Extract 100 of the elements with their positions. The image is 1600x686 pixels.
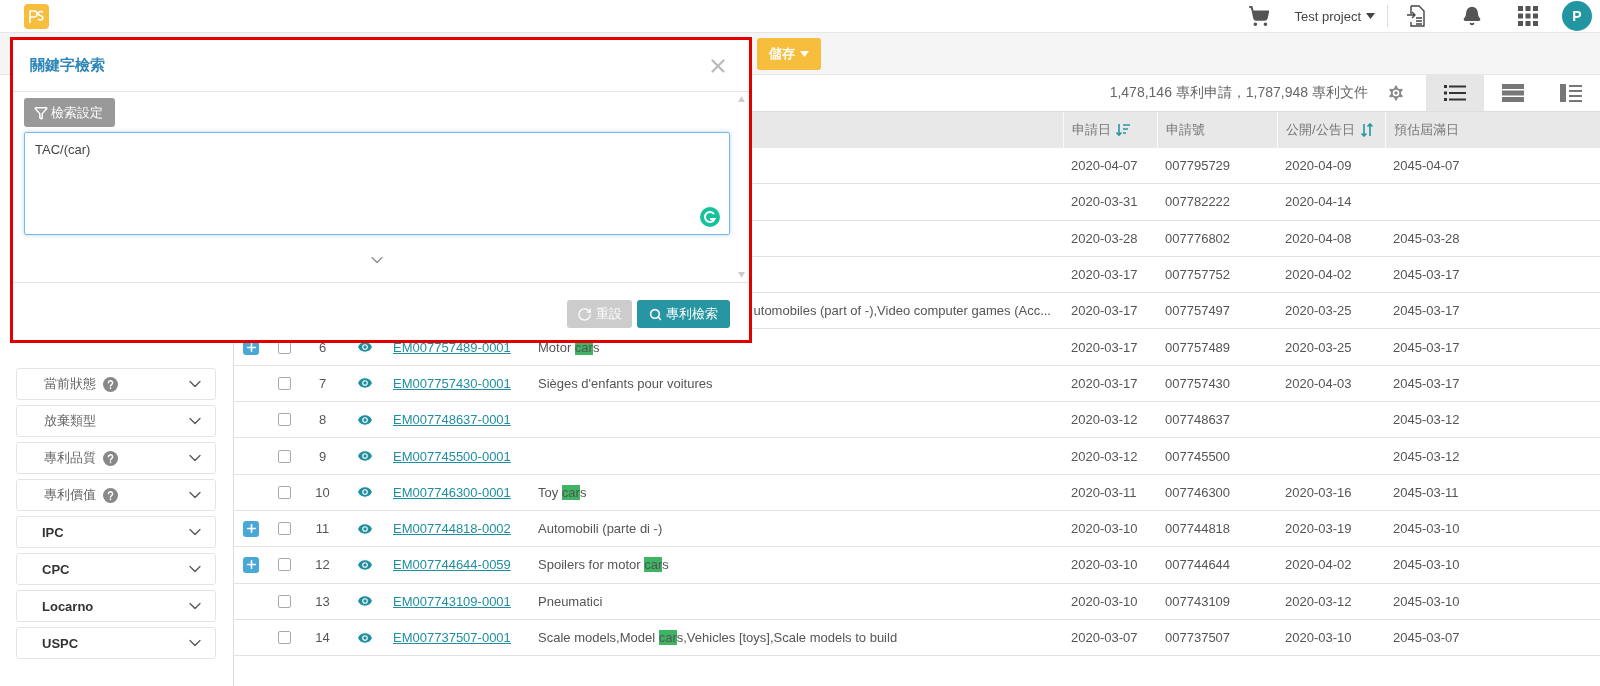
- eye-icon[interactable]: [356, 447, 374, 465]
- project-dropdown[interactable]: Test project: [1286, 5, 1388, 27]
- row-checkbox[interactable]: [277, 594, 291, 608]
- table-cell: 2020-03-19: [1285, 521, 1352, 537]
- patent-search-button[interactable]: 專利檢索: [637, 300, 730, 328]
- table-cell: 2045-03-28: [1393, 230, 1460, 246]
- filter-dropdown[interactable]: Locarno: [16, 590, 216, 622]
- row-number: 13: [315, 593, 330, 609]
- split-view-icon: [1560, 84, 1582, 102]
- row-number: 11: [315, 521, 330, 537]
- column-header[interactable]: 申請日: [1072, 121, 1111, 139]
- table-cell: 2045-03-10: [1393, 557, 1460, 573]
- table-cell: 2020-04-14: [1285, 194, 1352, 210]
- row-number: 7: [318, 375, 327, 391]
- table-cell: 2045-03-07: [1393, 630, 1460, 645]
- expand-button[interactable]: [243, 556, 259, 573]
- search-icon: [649, 307, 662, 321]
- column-header[interactable]: 公開/公告日: [1286, 121, 1355, 139]
- design-description: utomobiles (part of -),Video computer games (Acc...: [753, 303, 1051, 319]
- table-cell: 007757430: [1165, 375, 1231, 391]
- row-number: 14: [315, 630, 330, 645]
- table-cell: 007782222: [1165, 194, 1231, 210]
- filter-dropdown[interactable]: 專利價值: [16, 479, 216, 511]
- design-description: Automobili (parte di -): [538, 521, 663, 537]
- patent-link[interactable]: EM007744818-0002: [393, 521, 511, 537]
- table-cell: 2020-04-02: [1285, 557, 1352, 573]
- result-count: 1,478,146 專利申請，1,787,948 專利文件: [1109, 84, 1368, 102]
- table-cell: 2020-03-10: [1071, 557, 1138, 573]
- table-cell: 2045-03-17: [1393, 303, 1460, 319]
- search-settings-button[interactable]: 檢索設定: [24, 98, 115, 127]
- filter-dropdown[interactable]: USPC: [16, 627, 216, 659]
- table-cell: 2045-03-12: [1393, 412, 1460, 428]
- grammar-assistant-icon[interactable]: [700, 207, 720, 227]
- patent-link[interactable]: EM007744644-0059: [393, 557, 511, 573]
- sort-descending-icon[interactable]: [1116, 123, 1130, 137]
- view-toggle-button[interactable]: [1426, 75, 1484, 111]
- table-cell: 2020-03-25: [1285, 303, 1352, 319]
- filter-label: Locarno: [42, 598, 94, 614]
- expand-button[interactable]: [243, 520, 259, 537]
- patent-link[interactable]: EM007746300-0001: [393, 484, 511, 500]
- filter-dropdown[interactable]: IPC: [16, 516, 216, 548]
- table-cell: 2020-03-17: [1071, 375, 1138, 391]
- table-cell: 2020-03-12: [1071, 448, 1138, 464]
- row-number: 6: [318, 339, 327, 355]
- filter-label: 專利價值: [44, 486, 96, 504]
- sort-icon[interactable]: [1359, 123, 1374, 137]
- row-checkbox[interactable]: [277, 522, 291, 536]
- patent-link[interactable]: EM007748637-0001: [393, 412, 511, 428]
- table-cell: 007743109: [1165, 593, 1231, 609]
- table-cell: 2020-03-07: [1071, 630, 1138, 645]
- table-cell: 2020-03-28: [1071, 230, 1138, 246]
- table-cell: 2020-03-17: [1071, 303, 1138, 319]
- table-cell: 007744644: [1165, 557, 1231, 573]
- query-field[interactable]: TAC/(car): [24, 132, 730, 235]
- row-checkbox[interactable]: [277, 558, 291, 572]
- filter-label: 專利品質: [44, 449, 96, 467]
- filter-dropdown[interactable]: 當前狀態: [16, 368, 216, 400]
- dialog-title: 關鍵字檢索: [30, 56, 105, 75]
- table-cell: 007795729: [1165, 158, 1231, 174]
- table-cell: 2020-03-17: [1071, 267, 1138, 283]
- row-number: 12: [315, 557, 330, 573]
- design-description: Pneumatici: [538, 593, 603, 609]
- table-cell: 007746300: [1165, 484, 1231, 500]
- table-cell: 2045-03-10: [1393, 521, 1460, 537]
- table-cell: 2020-03-25: [1285, 339, 1352, 355]
- user-avatar[interactable]: P: [1562, 1, 1592, 31]
- row-checkbox[interactable]: [277, 449, 291, 463]
- patent-link[interactable]: EM007757489-0001: [393, 339, 511, 355]
- table-cell: 2020-03-16: [1285, 484, 1352, 500]
- filter-label: 放棄類型: [44, 412, 96, 430]
- table-cell: 2045-03-12: [1393, 448, 1460, 464]
- row-checkbox[interactable]: [277, 485, 291, 499]
- table-cell: 007776802: [1165, 230, 1231, 246]
- help-icon: [103, 450, 118, 466]
- row-checkbox[interactable]: [277, 413, 291, 427]
- table-cell: 007744818: [1165, 521, 1231, 537]
- table-cell: 2045-03-17: [1393, 339, 1460, 355]
- plus-icon: [244, 558, 258, 572]
- table-cell: 007757497: [1165, 303, 1231, 319]
- patent-link[interactable]: EM007737507-0001: [393, 630, 511, 645]
- design-description: Sièges d'enfants pour voitures: [538, 375, 713, 391]
- table-cell: 007757489: [1165, 339, 1231, 355]
- patent-link[interactable]: EM007745500-0001: [393, 448, 511, 464]
- table-cell: 2020-04-03: [1285, 375, 1352, 391]
- column-header[interactable]: 申請號: [1166, 121, 1205, 139]
- filter-label: 當前狀態: [44, 375, 96, 393]
- patent-link[interactable]: EM007757430-0001: [393, 375, 511, 391]
- filter-dropdown[interactable]: 專利品質: [16, 442, 216, 474]
- table-cell: 2020-03-10: [1285, 630, 1352, 645]
- filter-dropdown[interactable]: 放棄類型: [16, 405, 216, 437]
- table-cell: 2020-03-31: [1071, 194, 1138, 210]
- settings-icon[interactable]: [1386, 83, 1406, 103]
- table-cell: 007737507: [1165, 630, 1231, 645]
- table-cell: 2045-03-17: [1393, 267, 1460, 283]
- row-checkbox[interactable]: [277, 631, 291, 644]
- column-header[interactable]: 預估屆滿日: [1394, 121, 1459, 139]
- row-checkbox[interactable]: [277, 376, 291, 390]
- filter-dropdown[interactable]: CPC: [16, 553, 216, 585]
- patent-link[interactable]: EM007743109-0001: [393, 593, 511, 609]
- filter-icon: [34, 105, 48, 120]
